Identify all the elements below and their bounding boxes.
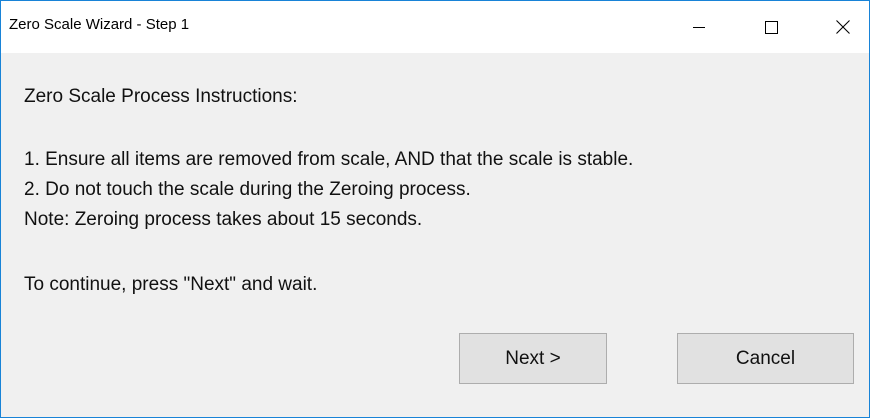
wizard-window: Zero Scale Wizard - Step 1 Zero Scale Pr…: [0, 0, 870, 418]
instruction-note: Note: Zeroing process takes about 15 sec…: [24, 209, 423, 230]
maximize-button[interactable]: [745, 1, 797, 53]
maximize-icon: [764, 20, 778, 34]
wizard-content: Zero Scale Process Instructions: 1. Ensu…: [1, 53, 869, 417]
close-icon: [836, 20, 850, 34]
instructions-heading: Zero Scale Process Instructions:: [24, 86, 298, 107]
next-button[interactable]: Next >: [459, 333, 607, 384]
continue-instruction: To continue, press "Next" and wait.: [24, 274, 318, 295]
instruction-step-1: 1. Ensure all items are removed from sca…: [24, 149, 634, 170]
minimize-button[interactable]: [673, 1, 725, 53]
cancel-button[interactable]: Cancel: [677, 333, 854, 384]
window-title: Zero Scale Wizard - Step 1: [9, 16, 190, 33]
title-bar[interactable]: Zero Scale Wizard - Step 1: [1, 1, 869, 53]
close-button[interactable]: [817, 1, 869, 53]
minimize-icon: [693, 21, 705, 33]
instruction-step-2: 2. Do not touch the scale during the Zer…: [24, 179, 471, 200]
